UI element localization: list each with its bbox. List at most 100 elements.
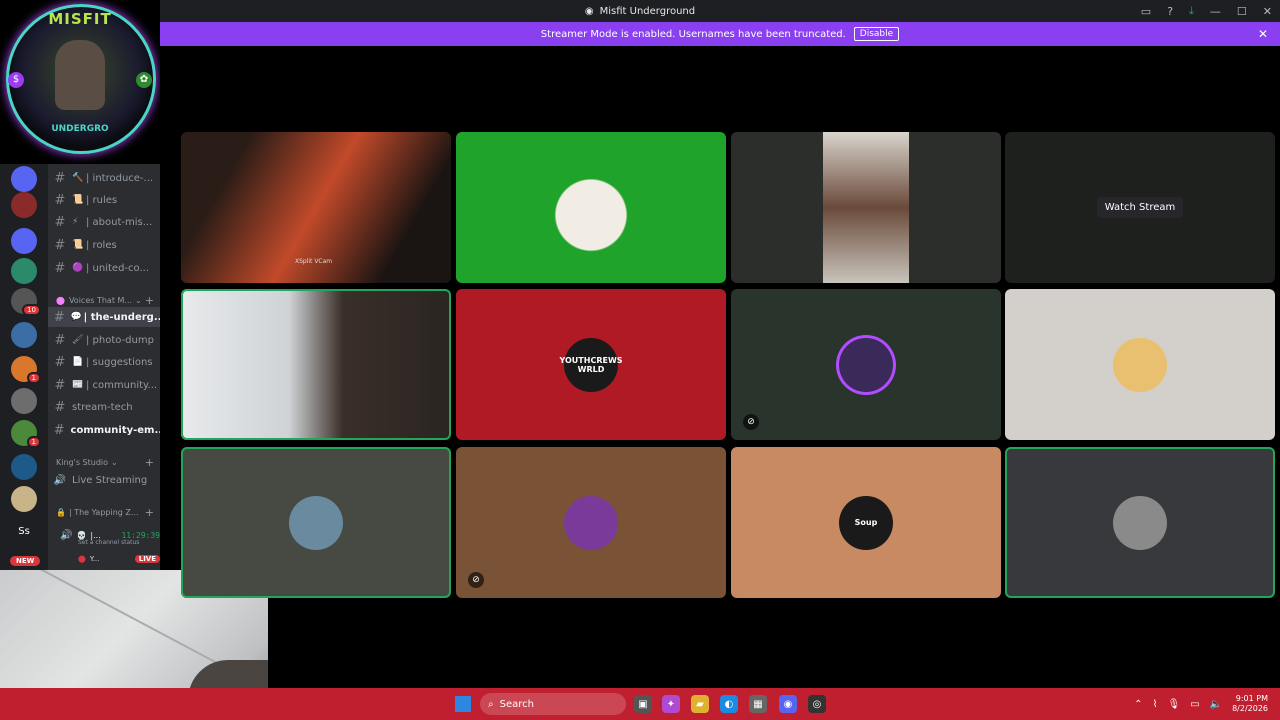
live-user-row[interactable]: ⬤ Y... LIVE	[78, 555, 160, 563]
channel-emoji: 💬	[70, 312, 82, 322]
chevron-up-icon[interactable]: ⌃	[1134, 699, 1142, 710]
channel-emoji: 📄	[72, 357, 84, 367]
participant-tile[interactable]: XSplit VCam	[181, 132, 451, 283]
channel-list: ⬤ Voices That M... ⌄ + King's Studio ⌄ +…	[48, 164, 160, 570]
title-bar: Ai ◉ Misfit Underground ▭ ? ⤓ — ☐ ✕	[0, 0, 1280, 22]
channel-name: | introduce-...	[86, 172, 154, 184]
dollar-icon: $	[8, 72, 24, 88]
channel-item[interactable]: # 🖌 | photo-dump	[48, 330, 160, 350]
camera-label: XSplit VCam	[295, 258, 333, 265]
clock-time: 9:01 PM	[1235, 694, 1268, 703]
participant-tile[interactable]: ⊘	[456, 447, 726, 598]
maximize-button[interactable]: ☐	[1237, 5, 1247, 18]
window-title-text: Misfit Underground	[599, 5, 696, 17]
store-icon[interactable]: ▦	[749, 695, 767, 713]
discord-icon: ◉	[584, 5, 594, 17]
server-label: Ss	[18, 525, 30, 537]
participant-tile[interactable]	[731, 132, 1001, 283]
disable-button[interactable]: Disable	[853, 27, 900, 41]
channel-name: | united-co...	[86, 262, 150, 274]
server-icon[interactable]: 1	[11, 420, 41, 448]
server-icon[interactable]	[11, 388, 37, 414]
participant-avatar: YOUTHCREWS WRLD	[559, 337, 623, 392]
add-channel-icon[interactable]: +	[145, 294, 154, 307]
download-icon[interactable]: ⤓	[1189, 4, 1194, 18]
obs-icon[interactable]: ◎	[808, 695, 826, 713]
server-icon[interactable]	[11, 454, 37, 480]
close-window-button[interactable]: ✕	[1263, 5, 1272, 18]
channel-item[interactable]: # ⚡ | about-mis...	[48, 212, 160, 232]
channel-item[interactable]: # 📜 | rules	[48, 190, 160, 210]
category-label: King's Studio	[56, 458, 109, 467]
category-voices[interactable]: ⬤ Voices That M... ⌄ +	[56, 294, 160, 307]
hash-icon: #	[54, 237, 66, 253]
participant-tile[interactable]	[1005, 447, 1275, 598]
channel-item[interactable]: # community-em...	[48, 420, 160, 440]
server-icon[interactable]	[11, 166, 37, 192]
server-icon[interactable]	[11, 228, 37, 254]
watch-stream-button[interactable]: Watch Stream	[1096, 197, 1184, 218]
server-icon[interactable]	[11, 192, 37, 218]
hash-icon: #	[54, 260, 66, 276]
volume-icon[interactable]: 🔈	[1210, 699, 1222, 710]
help-icon[interactable]: ?	[1167, 5, 1173, 18]
network-icon[interactable]: ⌇	[1153, 699, 1158, 710]
server-icon[interactable]	[11, 258, 37, 284]
category-kings-studio[interactable]: King's Studio ⌄ +	[56, 456, 160, 469]
channel-name: Live Streaming	[72, 474, 148, 486]
display-icon[interactable]: ▭	[1190, 699, 1199, 710]
add-channel-icon[interactable]: +	[145, 506, 154, 519]
channel-name: | the-underg...	[83, 311, 160, 323]
search-icon: ⌕	[488, 698, 494, 710]
clock[interactable]: 9:01 PM 8/2/2026	[1232, 694, 1268, 714]
file-explorer-icon[interactable]: ▰	[691, 695, 709, 713]
close-banner-icon[interactable]: ✕	[1258, 27, 1268, 41]
taskbar: ⌕ Search ▣ ✦ ▰ ◐ ▦ ◉ ◎ ⌃ ⌇ 🎙 ▭ 🔈 9:01 PM…	[0, 688, 1280, 720]
discord-taskbar-icon[interactable]: ◉	[779, 695, 797, 713]
channel-name: | rules	[86, 194, 118, 206]
channel-item[interactable]: # stream-tech	[48, 397, 160, 417]
server-icon[interactable]	[11, 322, 37, 348]
edge-icon[interactable]: ◐	[720, 695, 738, 713]
server-icon[interactable]: Ss	[11, 518, 37, 544]
participant-tile[interactable]: Watch Stream	[1005, 132, 1275, 283]
participant-tile[interactable]: Soup	[731, 447, 1001, 598]
server-icon[interactable]	[11, 486, 37, 512]
taskbar-search[interactable]: ⌕ Search	[480, 693, 626, 715]
participant-tile[interactable]	[181, 447, 451, 598]
channel-live-streaming[interactable]: 🔊 Live Streaming	[48, 470, 160, 490]
chevron-down-icon: ⌄	[111, 458, 118, 467]
channel-item[interactable]: # 📰 | community...	[48, 375, 160, 395]
category-label: Voices That M...	[68, 296, 133, 305]
hash-icon: #	[54, 214, 66, 230]
channel-status[interactable]: Set a channel status	[78, 539, 139, 546]
channel-item[interactable]: # 🟣 | united-co...	[48, 258, 160, 278]
copilot-icon[interactable]: ✦	[662, 695, 680, 713]
mic-icon[interactable]: 🎙	[1167, 699, 1180, 710]
server-icon[interactable]: 10	[11, 288, 41, 316]
task-view-icon[interactable]: ▣	[634, 695, 652, 713]
participant-tile[interactable]	[456, 132, 726, 283]
channel-item[interactable]: # 📄 | suggestions	[48, 352, 160, 372]
participant-tile[interactable]	[1005, 289, 1275, 440]
overlay-logo: MISFIT UNDERGRO $ ✿	[0, 0, 160, 164]
channel-item[interactable]: # 📜 | roles	[48, 235, 160, 255]
category-yapping-zone[interactable]: 🔒 | The Yapping Z... +	[56, 506, 160, 519]
participant-tile[interactable]: ⊘	[731, 289, 1001, 440]
new-badge[interactable]: NEW	[10, 556, 41, 566]
hash-icon: #	[54, 192, 66, 208]
minimize-button[interactable]: —	[1210, 5, 1221, 18]
channel-item[interactable]: # 🔨 | introduce-...	[48, 168, 160, 188]
system-tray: ⌃ ⌇ 🎙 ▭ 🔈 9:01 PM 8/2/2026	[1134, 688, 1268, 720]
camera-feed	[823, 132, 909, 283]
hash-icon: #	[54, 332, 66, 348]
participant-tile[interactable]	[181, 289, 451, 440]
add-channel-icon[interactable]: +	[145, 456, 154, 469]
server-icon[interactable]: 1	[11, 356, 41, 384]
windows-start-icon[interactable]	[455, 696, 471, 712]
channel-item[interactable]: # 💬 | the-underg...	[48, 307, 160, 327]
server-list: 10 1 1 Ss NEW	[0, 164, 48, 570]
participant-tile[interactable]: YOUTHCREWS WRLD	[456, 289, 726, 440]
inbox-icon[interactable]: ▭	[1141, 5, 1151, 18]
hash-icon: #	[53, 422, 65, 438]
